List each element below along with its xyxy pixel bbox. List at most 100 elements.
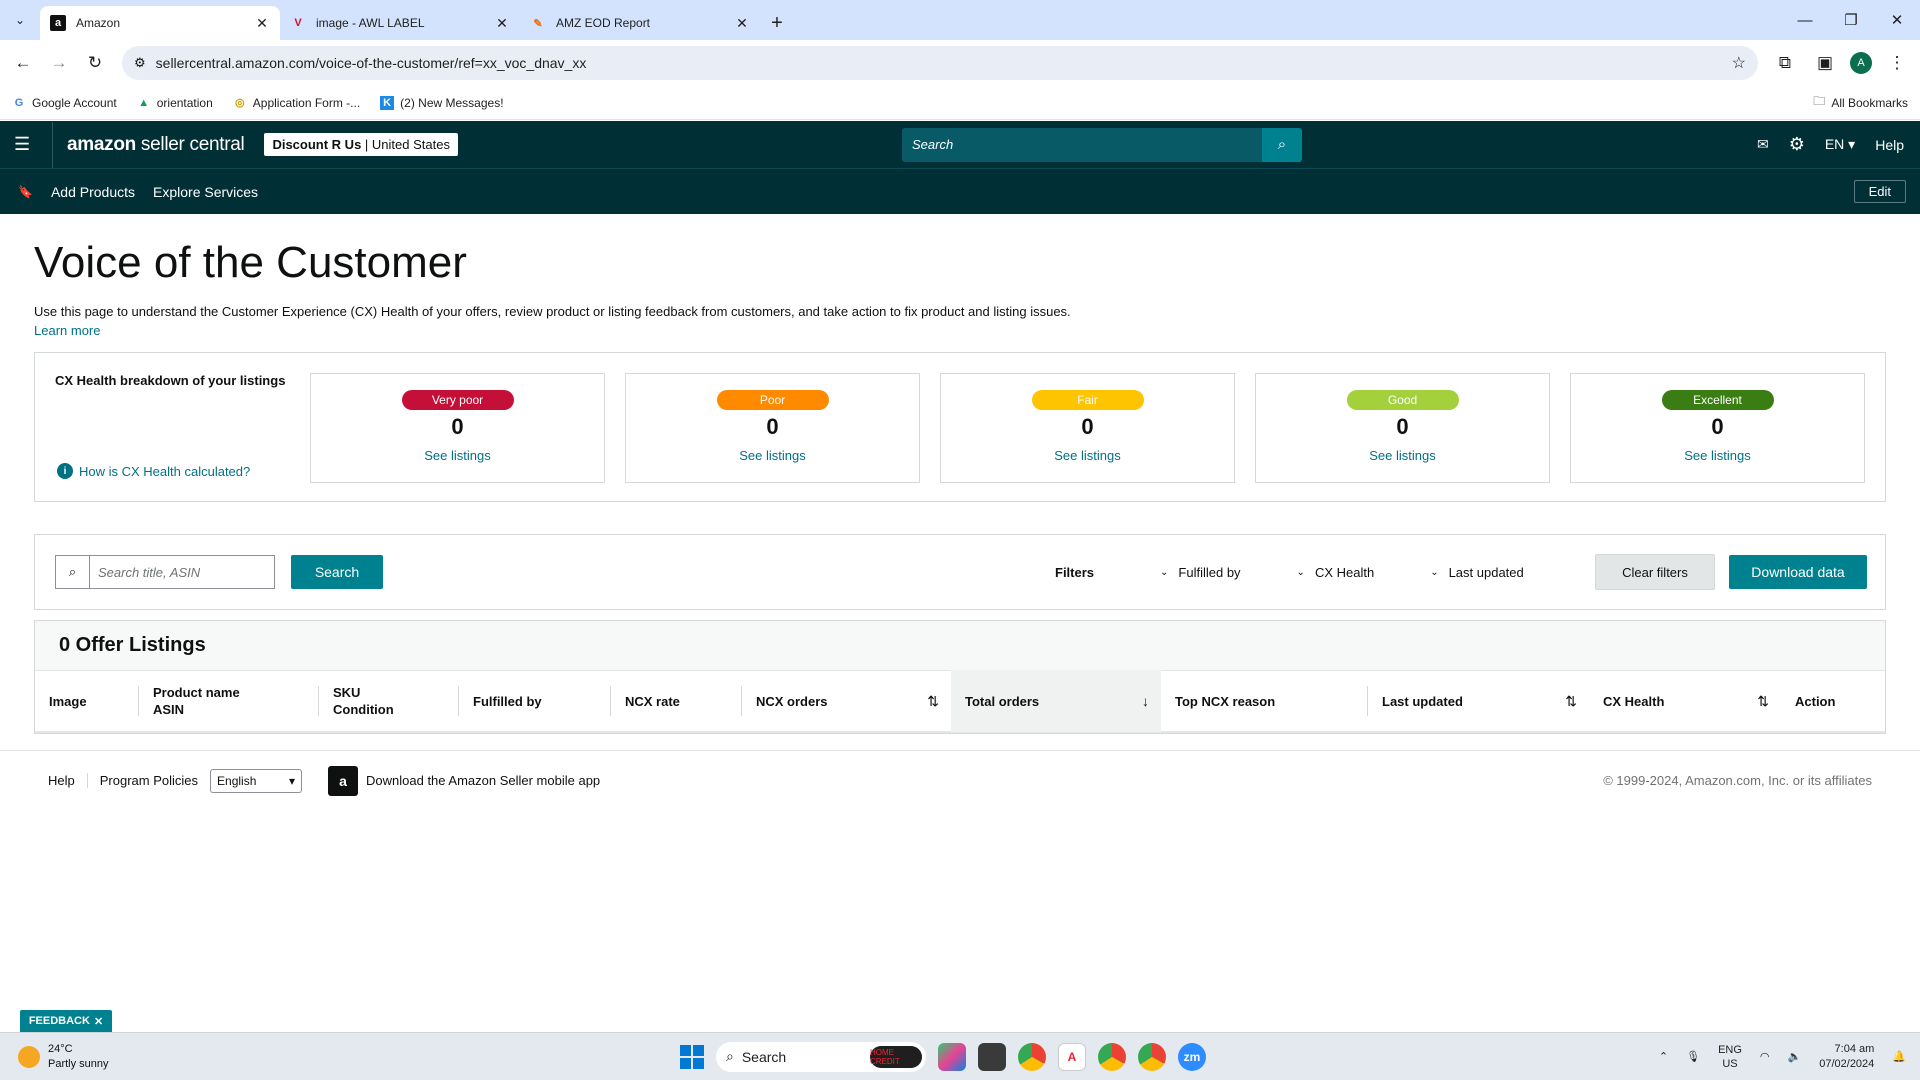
bookmark-star-icon[interactable]: ☆ <box>1732 53 1746 73</box>
hamburger-menu-icon[interactable]: ☰ <box>14 134 38 155</box>
filter-cx-health[interactable]: ⌄ CX Health <box>1297 565 1375 580</box>
site-info-icon[interactable]: ⚙ <box>134 55 146 71</box>
bookmark-icon[interactable]: 🔖 <box>18 185 33 199</box>
mail-icon[interactable]: ✉ <box>1757 136 1769 153</box>
browser-menu-icon[interactable]: ⋮ <box>1882 48 1912 78</box>
listing-search-input[interactable]: Search title, ASIN <box>89 555 275 589</box>
seller-app-download[interactable]: a Download the Amazon Seller mobile app <box>328 765 600 796</box>
clock[interactable]: 7:04 am 07/02/2024 <box>1819 1042 1874 1072</box>
learn-more-link[interactable]: Learn more <box>34 323 100 338</box>
filter-fulfilled-by[interactable]: ⌄ Fulfilled by <box>1160 565 1241 580</box>
copyright: © 1999-2024, Amazon.com, Inc. or its aff… <box>1603 773 1872 788</box>
see-listings-link[interactable]: See listings <box>1684 448 1750 463</box>
col-cx-health[interactable]: CX Health ⇅ <box>1589 670 1781 732</box>
all-bookmarks[interactable]: 🗀 All Bookmarks <box>1813 92 1908 113</box>
sort-icon[interactable]: ⇅ <box>927 693 939 710</box>
help-link[interactable]: Help <box>1875 137 1904 153</box>
sort-icon[interactable]: ⇅ <box>1757 693 1769 710</box>
chrome-profile-2-icon[interactable] <box>1138 1042 1166 1071</box>
restore-icon[interactable]: ❐ <box>1828 0 1874 40</box>
nav-add-products[interactable]: Add Products <box>51 184 135 200</box>
notification-bell-icon[interactable]: 🔔 <box>1892 1050 1906 1063</box>
header-search-input[interactable]: Search <box>902 127 1262 162</box>
chevron-up-icon[interactable]: ⌃ <box>1659 1050 1668 1063</box>
tab-amazon[interactable]: a Amazon ✕ <box>40 6 280 40</box>
input-language[interactable]: ENG US <box>1718 1043 1742 1071</box>
filter-last-updated[interactable]: ⌄ Last updated <box>1430 565 1524 580</box>
chrome-icon[interactable] <box>1018 1042 1046 1071</box>
search-button[interactable]: Search <box>291 555 383 589</box>
address-bar[interactable]: ⚙ sellercentral.amazon.com/voice-of-the-… <box>122 46 1758 80</box>
feedback-label: FEEDBACK <box>28 1015 90 1027</box>
tab-amz-eod-report[interactable]: ✎ AMZ EOD Report ✕ <box>520 6 760 40</box>
close-icon[interactable]: ✕ <box>94 1015 103 1028</box>
profile-avatar[interactable]: A <box>1850 52 1872 74</box>
bookmark-new-messages[interactable]: K (2) New Messages! <box>380 95 504 110</box>
seller-central-logo[interactable]: amazon seller central <box>67 134 245 156</box>
col-total-orders[interactable]: Total orders ↓ <box>951 670 1161 732</box>
new-tab-plus-icon[interactable]: + <box>760 6 794 40</box>
footer-help-link[interactable]: Help <box>48 773 88 788</box>
footer-language-select[interactable]: English ▾ <box>210 768 303 793</box>
see-listings-link[interactable]: See listings <box>739 448 805 463</box>
chevron-down-icon: ⌄ <box>1430 566 1439 578</box>
tab-awl-label[interactable]: V image - AWL LABEL ✕ <box>280 6 520 40</box>
nav-explore-services[interactable]: Explore Services <box>153 184 258 200</box>
minimize-icon[interactable]: — <box>1782 0 1828 40</box>
see-listings-link[interactable]: See listings <box>1054 448 1120 463</box>
store-name: Discount R Us <box>272 137 362 152</box>
col-last-updated[interactable]: Last updated ⇅ <box>1368 670 1589 732</box>
taskbar-search[interactable]: ⌕ Search HOME CREDIT <box>716 1041 926 1072</box>
search-icon[interactable]: ⌕ <box>1262 127 1302 162</box>
url-text[interactable]: sellercentral.amazon.com/voice-of-the-cu… <box>156 55 1722 71</box>
header-divider <box>52 121 53 168</box>
feedback-button[interactable]: FEEDBACK ✕ <box>20 1010 112 1032</box>
bookmarks-bar: G Google Account ▲ orientation ◎ Applica… <box>0 86 1920 120</box>
status-badge: Fair <box>1031 390 1144 410</box>
tab-search-chevron-icon[interactable]: ⌄ <box>0 0 40 40</box>
side-panel-icon[interactable]: ▣ <box>1810 48 1840 78</box>
how-link-label: How is CX Health calculated? <box>79 463 251 479</box>
gear-icon[interactable]: ⚙ <box>1789 134 1805 155</box>
windows-start-icon[interactable] <box>680 1044 704 1069</box>
col-ncx-rate: NCX rate <box>611 670 742 732</box>
close-tab-icon[interactable]: ✕ <box>494 15 510 32</box>
region-code: US <box>1722 1057 1738 1070</box>
edit-nav-button[interactable]: Edit <box>1853 180 1906 203</box>
acrobat-icon[interactable]: A <box>1058 1042 1086 1071</box>
volume-icon[interactable]: 🔈 <box>1788 1050 1802 1063</box>
sort-icon[interactable]: ⇅ <box>1565 693 1577 710</box>
file-explorer-icon[interactable] <box>978 1042 1006 1071</box>
store-switcher[interactable]: Discount R Us | United States <box>264 133 458 156</box>
sort-descending-icon[interactable]: ↓ <box>1142 693 1149 709</box>
weather-widget[interactable]: 24°C Partly sunny <box>18 1042 109 1072</box>
col-ncx-orders[interactable]: NCX orders ⇅ <box>742 670 951 732</box>
copilot-icon[interactable] <box>938 1042 966 1071</box>
forward-arrow-icon[interactable]: → <box>44 48 74 78</box>
reload-icon[interactable]: ↻ <box>80 48 110 78</box>
chevron-down-icon: ▾ <box>288 773 296 788</box>
wifi-icon[interactable]: ◠ <box>1760 1050 1770 1063</box>
cx-count: 0 <box>451 414 464 439</box>
cx-health-how-link[interactable]: i How is CX Health calculated? <box>57 463 250 479</box>
chrome-profile-icon[interactable] <box>1098 1042 1126 1071</box>
footer-program-policies-link[interactable]: Program Policies <box>100 773 198 788</box>
google-icon: G <box>14 96 24 109</box>
microphone-icon[interactable]: 🎙 <box>1686 1050 1700 1063</box>
close-tab-icon[interactable]: ✕ <box>734 15 750 32</box>
bookmark-google-account[interactable]: G Google Account <box>12 96 117 110</box>
close-window-icon[interactable]: ✕ <box>1874 0 1920 40</box>
language-code: ENG <box>1718 1043 1742 1056</box>
download-data-button[interactable]: Download data <box>1729 555 1867 589</box>
bookmark-orientation[interactable]: ▲ orientation <box>137 96 213 110</box>
see-listings-link[interactable]: See listings <box>1369 448 1435 463</box>
back-arrow-icon[interactable]: ← <box>8 48 38 78</box>
info-icon: i <box>57 463 73 479</box>
language-selector[interactable]: EN ▾ <box>1825 136 1855 153</box>
close-tab-icon[interactable]: ✕ <box>254 15 270 32</box>
zoom-icon[interactable]: zm <box>1178 1042 1206 1071</box>
bookmark-application-form[interactable]: ◎ Application Form -... <box>233 96 360 110</box>
clear-filters-button[interactable]: Clear filters <box>1595 554 1715 590</box>
extensions-puzzle-icon[interactable]: ⧉ <box>1770 48 1800 78</box>
see-listings-link[interactable]: See listings <box>424 448 490 463</box>
